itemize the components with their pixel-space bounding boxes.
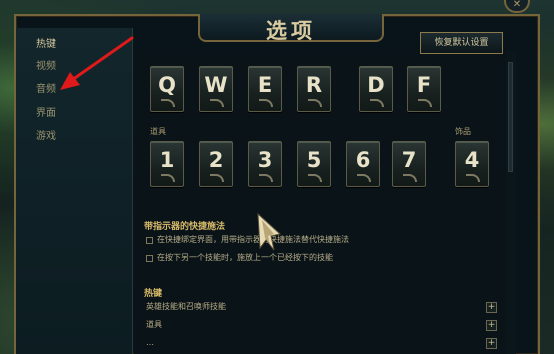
quickcast-option-label: 在按下另一个技能时，施放上一个已经按下的技能 bbox=[157, 253, 333, 262]
keybind-item-2[interactable]: 2 bbox=[199, 141, 233, 187]
keybind-q[interactable]: Q bbox=[150, 66, 184, 112]
game-cursor-icon bbox=[257, 212, 282, 251]
trinket-label: 饰品 bbox=[455, 127, 471, 136]
keybind-item-3[interactable]: 3 bbox=[248, 141, 282, 187]
key-label: 1 bbox=[159, 148, 175, 172]
key-label: 4 bbox=[464, 148, 480, 172]
keybind-d[interactable]: D bbox=[359, 66, 393, 112]
key-label: 2 bbox=[208, 148, 224, 172]
sidebar-item-game[interactable]: 游戏 bbox=[36, 130, 56, 144]
sidebar-item-hotkeys[interactable]: 热键 bbox=[36, 38, 56, 52]
key-label: 3 bbox=[257, 148, 273, 172]
expand-plus-icon[interactable]: + bbox=[486, 338, 497, 349]
scroll-thumb[interactable] bbox=[508, 62, 513, 172]
sidebar-item-interface[interactable]: 界面 bbox=[36, 107, 56, 121]
rebind-arrow-icon bbox=[403, 174, 417, 182]
keybind-item-4[interactable]: 5 bbox=[297, 141, 331, 187]
key-label: W bbox=[204, 73, 228, 97]
quickcast-option-label: 在快捷绑定界面，用带指示器的快捷施法替代快捷施法 bbox=[157, 235, 349, 244]
content-scrollbar[interactable] bbox=[506, 50, 516, 354]
rebind-arrow-icon bbox=[210, 99, 224, 107]
reset-defaults-button[interactable]: 恢复默认设置 bbox=[420, 32, 503, 54]
key-label: E bbox=[257, 73, 273, 97]
keybind-trinket[interactable]: 4 bbox=[455, 141, 489, 187]
rebind-arrow-icon bbox=[210, 174, 224, 182]
window-title: 选项 bbox=[266, 19, 316, 43]
key-label: 6 bbox=[355, 148, 371, 172]
keybind-item-6[interactable]: 7 bbox=[392, 141, 426, 187]
expand-plus-icon[interactable]: + bbox=[486, 320, 497, 331]
items-label: 道具 bbox=[150, 127, 166, 136]
keybind-r[interactable]: R bbox=[297, 66, 331, 112]
rebind-arrow-icon bbox=[357, 174, 371, 182]
rebind-arrow-icon bbox=[308, 99, 322, 107]
rebind-arrow-icon bbox=[466, 174, 480, 182]
rebind-arrow-icon bbox=[161, 174, 175, 182]
rebind-arrow-icon bbox=[161, 99, 175, 107]
hotkey-group-row[interactable]: 英雄技能和召唤师技能 bbox=[146, 301, 226, 313]
rebind-arrow-icon bbox=[259, 99, 273, 107]
rebind-arrow-icon bbox=[370, 99, 384, 107]
key-label: 5 bbox=[306, 148, 322, 172]
hotkeys-section-title: 热键 bbox=[144, 289, 163, 299]
sidebar-item-video[interactable]: 视频 bbox=[36, 60, 56, 74]
hotkey-group-row[interactable]: 道具 bbox=[146, 319, 162, 331]
rebind-arrow-icon bbox=[259, 174, 273, 182]
key-label: D bbox=[367, 73, 385, 97]
keybind-e[interactable]: E bbox=[248, 66, 282, 112]
rebind-arrow-icon bbox=[308, 174, 322, 182]
hotkey-group-row[interactable]: … bbox=[146, 337, 154, 349]
quickcast-option-checkbox[interactable] bbox=[146, 255, 153, 262]
rebind-arrow-icon bbox=[418, 99, 432, 107]
key-label: F bbox=[416, 73, 432, 97]
quickcast-section-title: 带指示器的快捷施法 bbox=[144, 222, 226, 232]
key-label: Q bbox=[158, 73, 176, 97]
keybind-item-1[interactable]: 1 bbox=[150, 141, 184, 187]
close-icon: ✕ bbox=[512, 0, 522, 10]
keybind-f[interactable]: F bbox=[407, 66, 441, 112]
quickcast-option-checkbox[interactable] bbox=[146, 237, 153, 244]
sidebar-item-audio[interactable]: 音频 bbox=[36, 83, 56, 97]
title-plate: 选项 bbox=[198, 14, 384, 43]
keybind-w[interactable]: W bbox=[199, 66, 233, 112]
keybind-item-5[interactable]: 6 bbox=[346, 141, 380, 187]
expand-plus-icon[interactable]: + bbox=[486, 302, 497, 313]
key-label: 7 bbox=[401, 148, 417, 172]
key-label: R bbox=[305, 73, 323, 97]
options-sidebar: 热键 视频 音频 界面 游戏 bbox=[16, 28, 133, 354]
